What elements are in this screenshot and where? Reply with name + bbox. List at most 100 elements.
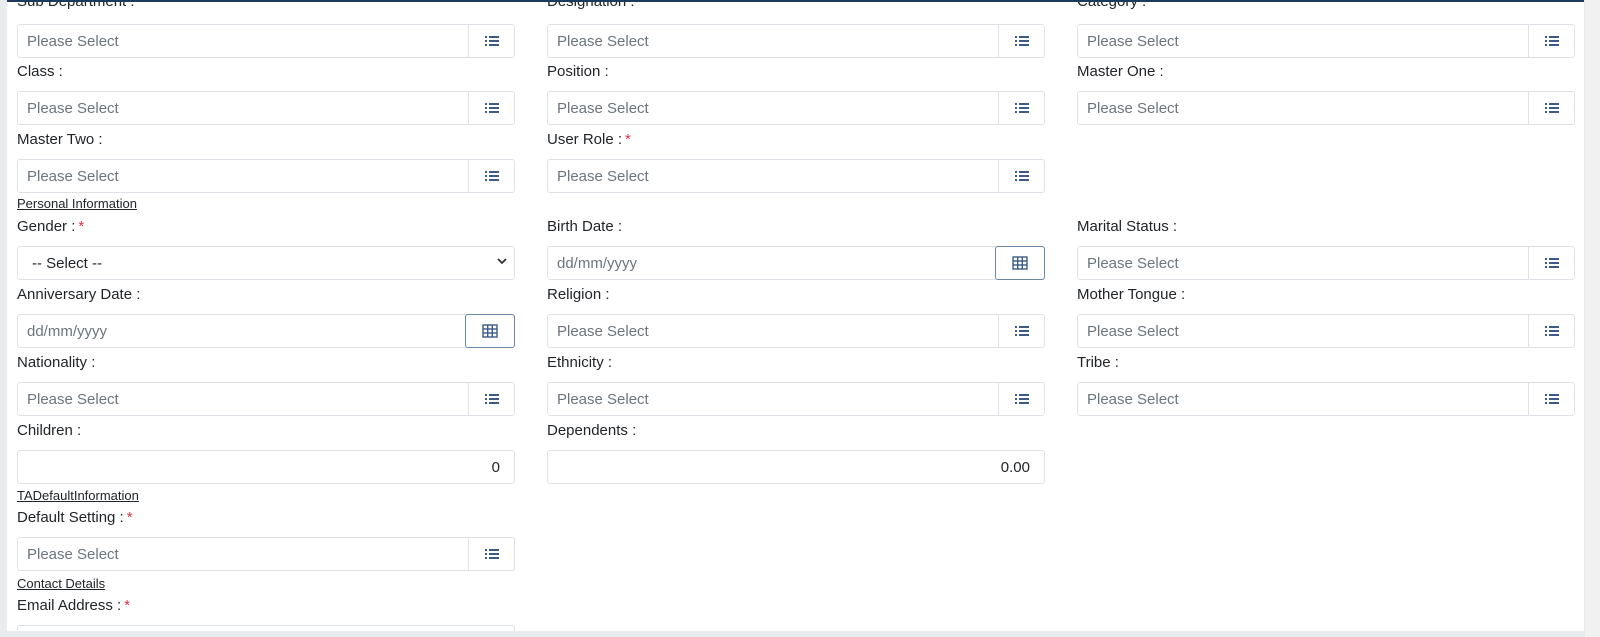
tribe-list-button[interactable] — [1528, 382, 1574, 416]
class-label: Class : — [17, 63, 63, 80]
required-marker: * — [637, 0, 644, 10]
children-value: 0 — [491, 459, 500, 476]
anniversary-date-placeholder: dd/mm/yyyy — [27, 323, 108, 340]
birth-date-calendar-button[interactable] — [995, 246, 1045, 280]
master-two-placeholder: Please Select — [27, 168, 119, 185]
list-icon — [484, 549, 499, 559]
default-setting-list-button[interactable] — [468, 537, 514, 571]
required-marker: * — [78, 218, 85, 235]
tribe-placeholder: Please Select — [1087, 391, 1179, 408]
marital-status-label: Marital Status : — [1077, 218, 1178, 235]
list-icon — [1014, 326, 1029, 336]
class-select[interactable]: Please Select — [17, 91, 515, 125]
user-role-list-button[interactable] — [998, 159, 1044, 193]
religion-select[interactable]: Please Select — [547, 314, 1045, 348]
anniversary-date-label: Anniversary Date : — [17, 286, 141, 303]
category-list-button[interactable] — [1528, 24, 1574, 58]
list-icon — [484, 103, 499, 113]
section-personal-information[interactable]: Personal Information — [17, 196, 137, 211]
birth-date-placeholder: dd/mm/yyyy — [557, 255, 638, 272]
sub-department-select[interactable]: Please Select — [17, 24, 515, 58]
calendar-icon — [482, 324, 498, 338]
list-icon — [1544, 326, 1559, 336]
marital-status-placeholder: Please Select — [1087, 255, 1179, 272]
marital-status-select[interactable]: Please Select — [1077, 246, 1575, 280]
position-placeholder: Please Select — [557, 100, 649, 117]
list-icon — [1014, 171, 1029, 181]
tribe-select[interactable]: Please Select — [1077, 382, 1575, 416]
form-panel: Sub Department : Please Select Designati… — [7, 0, 1584, 631]
marital-status-list-button[interactable] — [1528, 246, 1574, 280]
anniversary-date-calendar-button[interactable] — [465, 314, 515, 348]
religion-placeholder: Please Select — [557, 323, 649, 340]
designation-placeholder: Please Select — [557, 33, 649, 50]
master-two-select[interactable]: Please Select — [17, 159, 515, 193]
nationality-list-button[interactable] — [468, 382, 514, 416]
ethnicity-select[interactable]: Please Select — [547, 382, 1045, 416]
default-setting-select[interactable]: Please Select — [17, 537, 515, 571]
dependents-value: 0.00 — [1000, 459, 1030, 476]
dependents-input[interactable]: 0.00 — [547, 450, 1045, 484]
list-icon — [484, 171, 499, 181]
tribe-label: Tribe : — [1077, 354, 1119, 371]
nationality-select[interactable]: Please Select — [17, 382, 515, 416]
email-address-label: Email Address : * — [17, 597, 131, 614]
required-marker: * — [625, 131, 631, 148]
required-marker: * — [124, 597, 131, 614]
designation-select[interactable]: Please Select — [547, 24, 1045, 58]
gender-dropdown[interactable]: -- Select -- — [17, 246, 515, 280]
email-address-input[interactable] — [17, 625, 515, 631]
mother-tongue-label: Mother Tongue : — [1077, 286, 1186, 303]
default-setting-label: Default Setting : * — [17, 509, 133, 526]
category-label: Category : * — [1077, 0, 1156, 10]
list-icon — [1544, 36, 1559, 46]
birth-date-input[interactable]: dd/mm/yyyy — [547, 246, 1045, 280]
position-list-button[interactable] — [998, 91, 1044, 125]
birth-date-label: Birth Date : — [547, 218, 623, 235]
position-label: Position : — [547, 63, 609, 80]
ethnicity-list-button[interactable] — [998, 382, 1044, 416]
user-role-placeholder: Please Select — [557, 168, 649, 185]
list-icon — [484, 36, 499, 46]
category-placeholder: Please Select — [1087, 33, 1179, 50]
chevron-down-icon — [496, 255, 508, 270]
dependents-label: Dependents : — [547, 422, 637, 439]
master-one-list-button[interactable] — [1528, 91, 1574, 125]
list-icon — [1544, 394, 1559, 404]
section-contact-details[interactable]: Contact Details — [17, 576, 105, 591]
master-one-label: Master One : — [1077, 63, 1164, 80]
mother-tongue-list-button[interactable] — [1528, 314, 1574, 348]
religion-list-button[interactable] — [998, 314, 1044, 348]
default-setting-placeholder: Please Select — [27, 546, 119, 563]
section-ta-default-information[interactable]: TADefaultInformation — [17, 488, 139, 503]
list-icon — [1544, 258, 1559, 268]
master-two-list-button[interactable] — [468, 159, 514, 193]
list-icon — [1014, 394, 1029, 404]
list-icon — [1544, 103, 1559, 113]
list-icon — [1014, 36, 1029, 46]
user-role-label: User Role : * — [547, 131, 631, 148]
sub-department-label: Sub Department : — [17, 0, 135, 10]
position-select[interactable]: Please Select — [547, 91, 1045, 125]
nationality-placeholder: Please Select — [27, 391, 119, 408]
page-scrollbar[interactable] — [1585, 0, 1600, 637]
children-label: Children : — [17, 422, 82, 439]
ethnicity-label: Ethnicity : — [547, 354, 613, 371]
master-one-select[interactable]: Please Select — [1077, 91, 1575, 125]
class-list-button[interactable] — [468, 91, 514, 125]
required-marker: * — [126, 509, 133, 526]
user-role-select[interactable]: Please Select — [547, 159, 1045, 193]
mother-tongue-placeholder: Please Select — [1087, 323, 1179, 340]
ethnicity-placeholder: Please Select — [557, 391, 649, 408]
required-marker: * — [1149, 0, 1156, 10]
category-select[interactable]: Please Select — [1077, 24, 1575, 58]
mother-tongue-select[interactable]: Please Select — [1077, 314, 1575, 348]
list-icon — [484, 394, 499, 404]
designation-list-button[interactable] — [998, 24, 1044, 58]
class-placeholder: Please Select — [27, 100, 119, 117]
children-input[interactable]: 0 — [17, 450, 515, 484]
sub-department-placeholder: Please Select — [27, 33, 119, 50]
nationality-label: Nationality : — [17, 354, 96, 371]
anniversary-date-input[interactable]: dd/mm/yyyy — [17, 314, 515, 348]
sub-department-list-button[interactable] — [468, 24, 514, 58]
